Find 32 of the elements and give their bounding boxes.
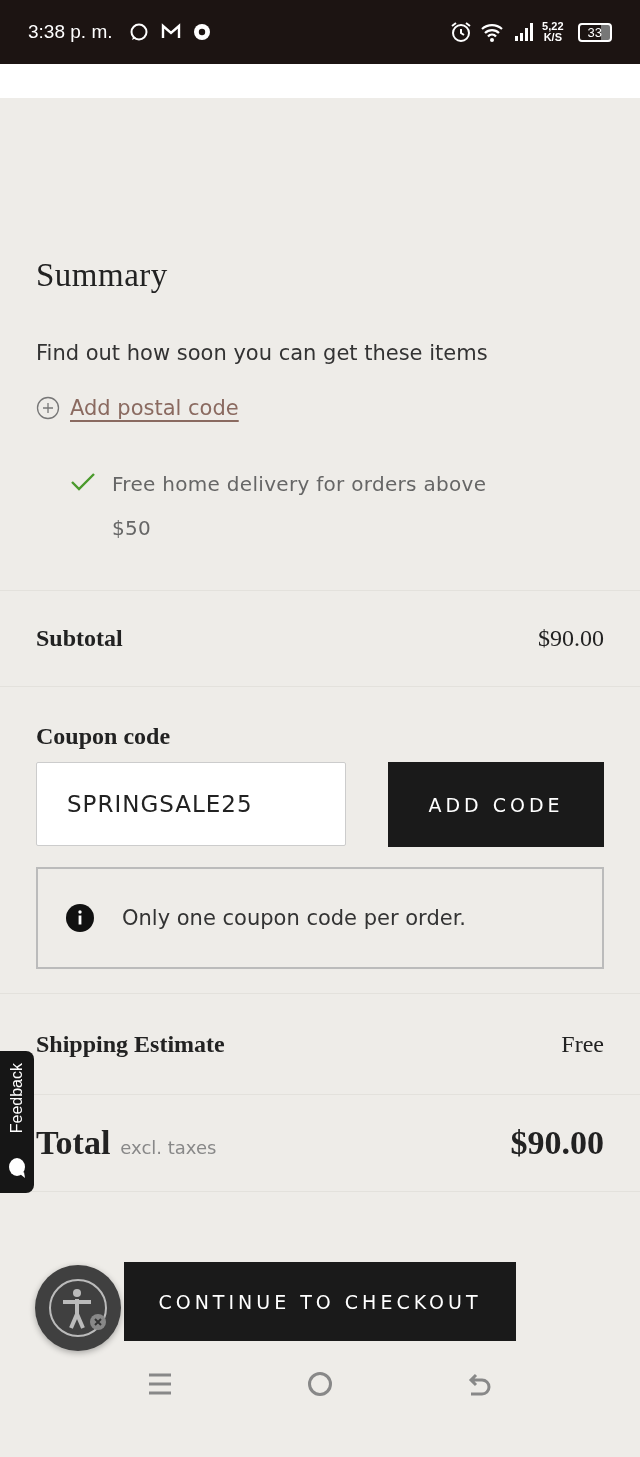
coupon-label: Coupon code [36, 723, 172, 750]
mail-icon [160, 23, 181, 41]
summary-heading: Summary [36, 256, 169, 295]
subtotal-value: $90.00 [538, 625, 604, 652]
speed-unit: K/S [543, 32, 562, 43]
signal-icon [514, 22, 535, 42]
shipping-label: Shipping Estimate [36, 1030, 225, 1058]
free-delivery-text: Free home delivery for orders above $50 [112, 471, 488, 542]
check-icon [70, 472, 96, 492]
total-label: Total [36, 1124, 111, 1162]
shipping-value: Free [561, 1030, 604, 1058]
menu-icon[interactable] [147, 1372, 173, 1396]
coupon-note: Only one coupon code per order. [122, 906, 467, 930]
plus-circle-icon [36, 396, 60, 420]
feedback-tab[interactable]: Feedback [0, 1051, 34, 1193]
add-postal-code-link[interactable]: Add postal code [70, 396, 239, 420]
total-value: $90.00 [510, 1124, 604, 1162]
subtotal-label: Subtotal [36, 625, 123, 652]
battery-indicator: 33 [577, 22, 612, 42]
back-icon[interactable] [467, 1371, 493, 1397]
info-icon [66, 904, 94, 932]
alarm-icon [450, 21, 473, 43]
checkout-button[interactable]: CONTINUE TO CHECKOUT [124, 1262, 516, 1341]
tax-note: excl. taxes [120, 1137, 217, 1158]
add-code-button[interactable]: ADD CODE [388, 762, 604, 847]
coupon-field[interactable]: SPRINGSALE25 [36, 762, 346, 846]
delivery-prompt: Find out how soon you can get these items [36, 340, 489, 367]
status-time: 3:38 p. m. [28, 21, 113, 43]
speech-bubble-icon [8, 1157, 26, 1179]
network-speed: 5,22 [542, 21, 564, 32]
home-icon[interactable] [307, 1371, 333, 1397]
accessibility-button[interactable] [35, 1265, 121, 1351]
